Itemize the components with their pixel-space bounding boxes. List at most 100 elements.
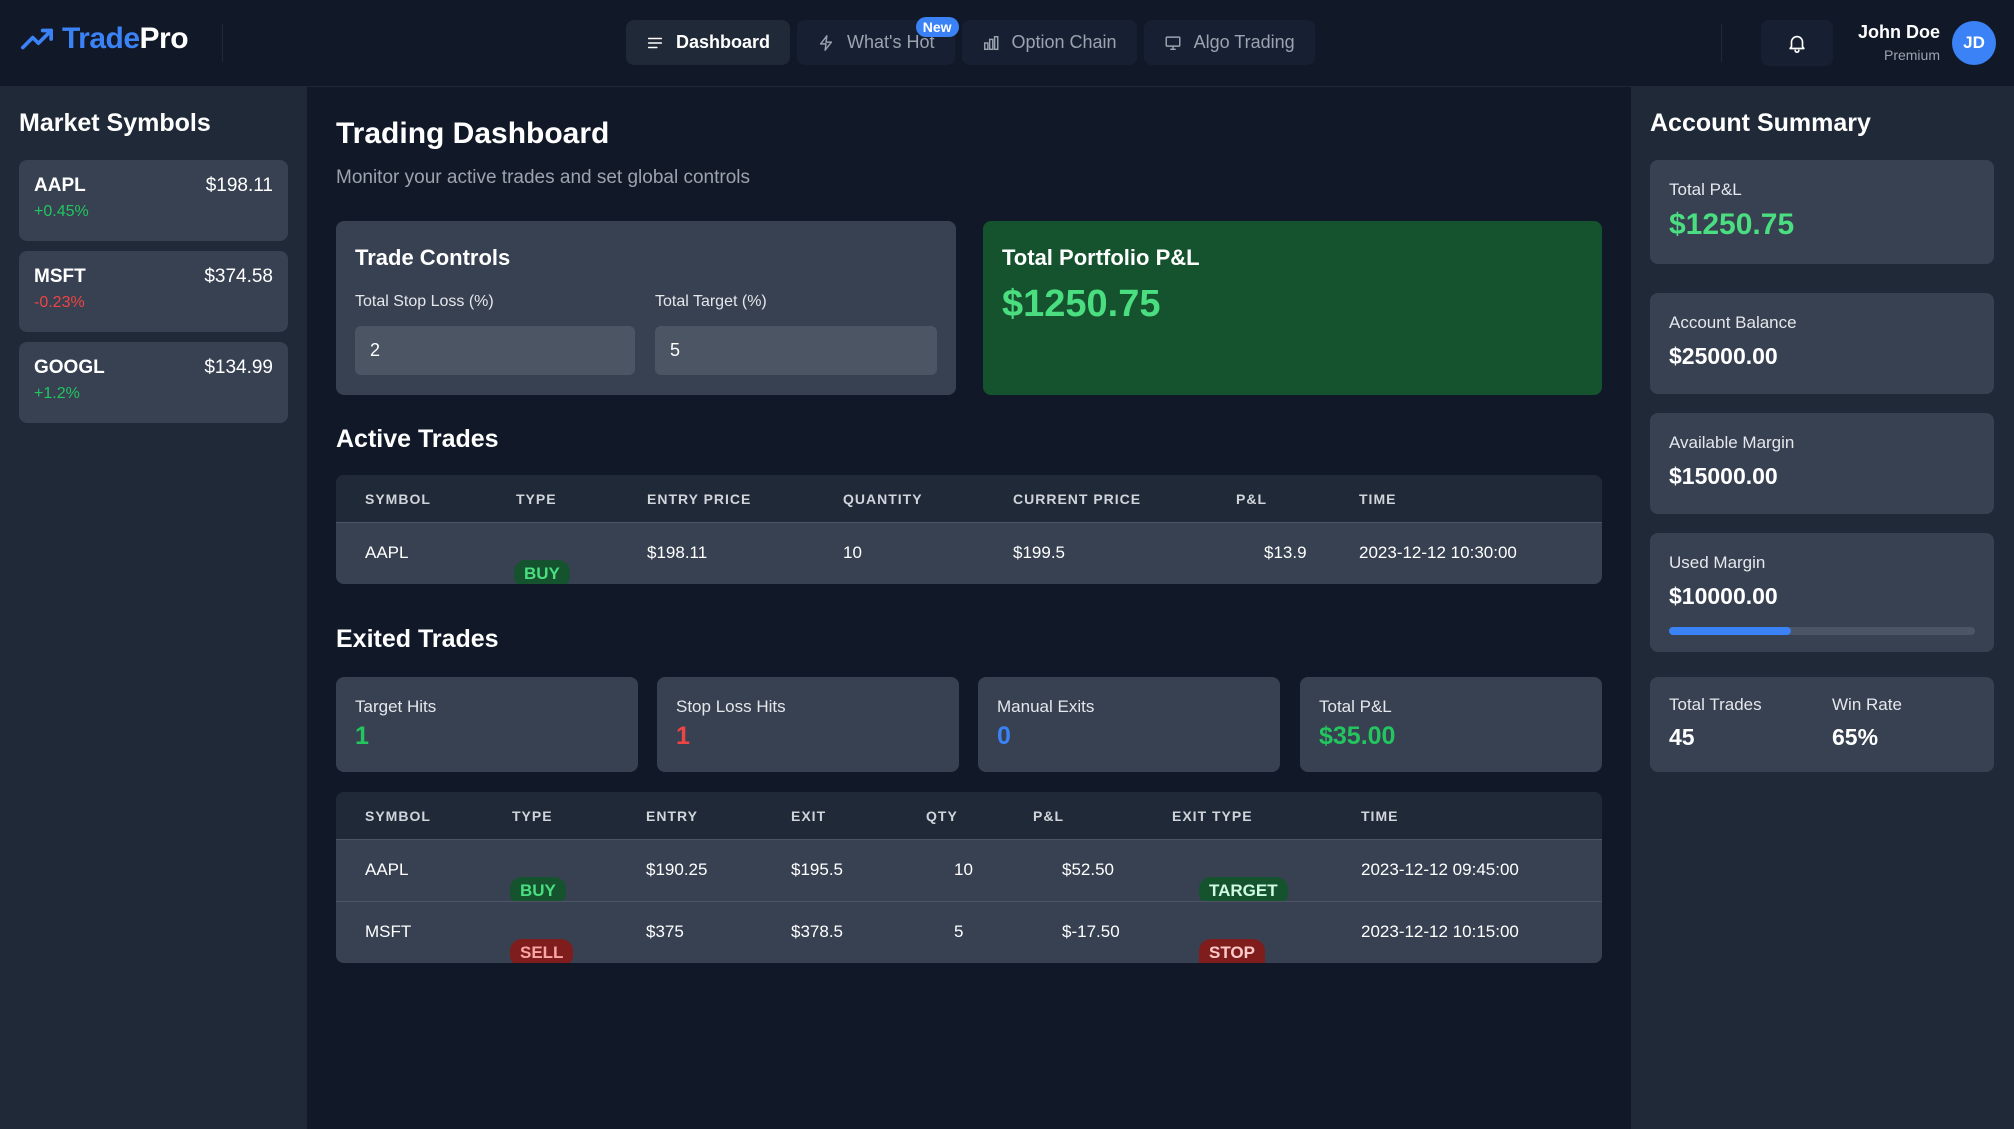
cell-exit: $378.5	[791, 922, 843, 941]
cell-symbol: AAPL	[365, 543, 409, 562]
available-margin-card: Available Margin $15000.00	[1650, 413, 1994, 514]
symbol-card-msft[interactable]: MSFT $374.58 -0.23%	[19, 251, 288, 332]
cell-pl: $13.9	[1264, 543, 1307, 562]
cell-quantity: 10	[843, 543, 862, 562]
stat-value: $35.00	[1319, 722, 1396, 750]
portfolio-pl-value: $1250.75	[1002, 283, 1161, 325]
active-trades-title: Active Trades	[336, 425, 499, 453]
target-input[interactable]: 5	[655, 326, 937, 375]
exited-trades-table: SYMBOL TYPE ENTRY EXIT QTY P&L EXIT TYPE…	[336, 792, 1602, 963]
table-header: SYMBOL TYPE ENTRY PRICE QUANTITY CURRENT…	[336, 475, 1602, 522]
cell-time: 2023-12-12 10:30:00	[1359, 543, 1517, 562]
nav-label: Algo Trading	[1193, 32, 1295, 52]
sidebar-title: Market Symbols	[19, 109, 211, 137]
table-row[interactable]: AAPL BUY $190.25 $195.5 10 $52.50 TARGET…	[336, 839, 1602, 905]
market-symbols-sidebar: Market Symbols AAPL $198.11 +0.45% MSFT …	[0, 87, 307, 1129]
column-header: SYMBOL	[365, 808, 431, 824]
brand-logo[interactable]: TradePro	[20, 22, 189, 56]
new-badge: New	[915, 17, 959, 37]
trending-up-icon	[20, 28, 54, 50]
stat-stop-loss-hits: Stop Loss Hits 1	[657, 677, 959, 772]
nav-option-chain[interactable]: Option Chain	[961, 20, 1137, 65]
total-trades-value: 45	[1669, 724, 1695, 750]
column-header: CURRENT PRICE	[1013, 491, 1142, 507]
exit-type-badge-stop-loss: STOP LOSS	[1199, 939, 1266, 963]
cell-symbol: MSFT	[365, 922, 412, 941]
account-label: Total Trades	[1669, 695, 1762, 714]
symbol-card-aapl[interactable]: AAPL $198.11 +0.45%	[19, 160, 288, 241]
stop-loss-label: Total Stop Loss (%)	[355, 293, 494, 310]
account-balance-card: Account Balance $25000.00	[1650, 293, 1994, 394]
stat-label: Target Hits	[355, 697, 437, 716]
stat-label: Manual Exits	[997, 697, 1095, 716]
stat-total-pl: Total P&L $35.00	[1300, 677, 1602, 772]
symbol-change: +0.45%	[34, 203, 89, 220]
monitor-icon	[1165, 35, 1181, 50]
used-margin-card: Used Margin $10000.00	[1650, 533, 1994, 652]
table-header: SYMBOL TYPE ENTRY EXIT QTY P&L EXIT TYPE…	[336, 792, 1602, 839]
column-header: ENTRY PRICE	[647, 491, 752, 507]
brand-name-part1: Trade	[62, 22, 140, 55]
table-row[interactable]: AAPL BUY $198.11 10 $199.5 $13.9 2023-12…	[336, 522, 1602, 584]
stat-target-hits: Target Hits 1	[336, 677, 638, 772]
cell-time: 2023-12-12 10:15:00	[1361, 922, 1519, 941]
nav-label: Option Chain	[1011, 32, 1117, 52]
symbol-change: -0.23%	[34, 294, 85, 311]
column-header: EXIT	[791, 808, 827, 824]
lightning-icon	[819, 34, 833, 51]
stop-loss-input[interactable]: 2	[355, 326, 635, 375]
account-balance-value: $25000.00	[1669, 343, 1778, 369]
page-title: Trading Dashboard	[336, 117, 610, 150]
account-label: Total P&L	[1669, 180, 1742, 199]
trade-controls-title: Trade Controls	[355, 245, 511, 270]
cell-pl: $-17.50	[1062, 922, 1120, 941]
account-summary-sidebar: Account Summary Total P&L $1250.75 Accou…	[1631, 87, 2014, 1129]
user-info[interactable]: John Doe Premium	[1858, 22, 1940, 63]
top-navbar: TradePro Dashboard What's Hot New Option…	[0, 0, 2014, 87]
portfolio-pl-card: Total Portfolio P&L $1250.75	[983, 221, 1602, 395]
nav-algo-trading[interactable]: Algo Trading	[1143, 20, 1315, 65]
account-label: Account Balance	[1669, 313, 1797, 332]
column-header: EXIT TYPE	[1172, 808, 1253, 824]
cell-entry: $375	[646, 922, 684, 941]
account-label: Available Margin	[1669, 433, 1795, 452]
bar-chart-icon	[983, 35, 998, 50]
user-tier: Premium	[1883, 47, 1940, 63]
cell-time: 2023-12-12 09:45:00	[1361, 860, 1519, 879]
cell-current-price: $199.5	[1013, 543, 1065, 562]
column-header: ENTRY	[646, 808, 698, 824]
symbol-price: $198.11	[205, 175, 273, 196]
stat-value: 0	[997, 722, 1011, 750]
used-margin-progress-fill	[1669, 627, 1792, 635]
symbol-name: AAPL	[34, 175, 86, 196]
type-badge-sell: SELL	[510, 939, 574, 963]
brand-name-part2: Pro	[139, 22, 189, 55]
nav-whats-hot[interactable]: What's Hot New	[797, 17, 959, 65]
column-header: TIME	[1361, 808, 1399, 824]
menu-icon	[647, 37, 663, 48]
divider	[222, 24, 223, 62]
column-header: TYPE	[512, 808, 553, 824]
notifications-button[interactable]	[1761, 20, 1833, 66]
symbol-card-googl[interactable]: GOOGL $134.99 +1.2%	[19, 342, 288, 423]
avatar[interactable]: JD	[1952, 21, 1996, 65]
table-row[interactable]: MSFT SELL $375 $378.5 5 $-17.50 STOP LOS…	[336, 901, 1602, 963]
account-summary-title: Account Summary	[1650, 109, 1871, 137]
cell-qty: 10	[954, 860, 973, 879]
account-label: Win Rate	[1832, 695, 1902, 714]
stat-value: 1	[676, 722, 690, 750]
used-margin-value: $10000.00	[1669, 583, 1778, 609]
symbol-change: +1.2%	[34, 385, 80, 402]
column-header: QTY	[926, 808, 958, 824]
main-nav: Dashboard What's Hot New Option Chain Al…	[626, 17, 1315, 65]
portfolio-pl-title: Total Portfolio P&L	[1002, 245, 1200, 270]
used-margin-progress	[1669, 627, 1975, 635]
stat-label: Stop Loss Hits	[676, 697, 786, 716]
column-header: TIME	[1359, 491, 1397, 507]
divider	[1721, 24, 1722, 62]
user-name: John Doe	[1857, 22, 1940, 42]
nav-dashboard[interactable]: Dashboard	[626, 20, 791, 65]
page-subtitle: Monitor your active trades and set globa…	[336, 167, 750, 188]
cell-symbol: AAPL	[365, 860, 409, 879]
column-header: P&L	[1236, 491, 1267, 507]
